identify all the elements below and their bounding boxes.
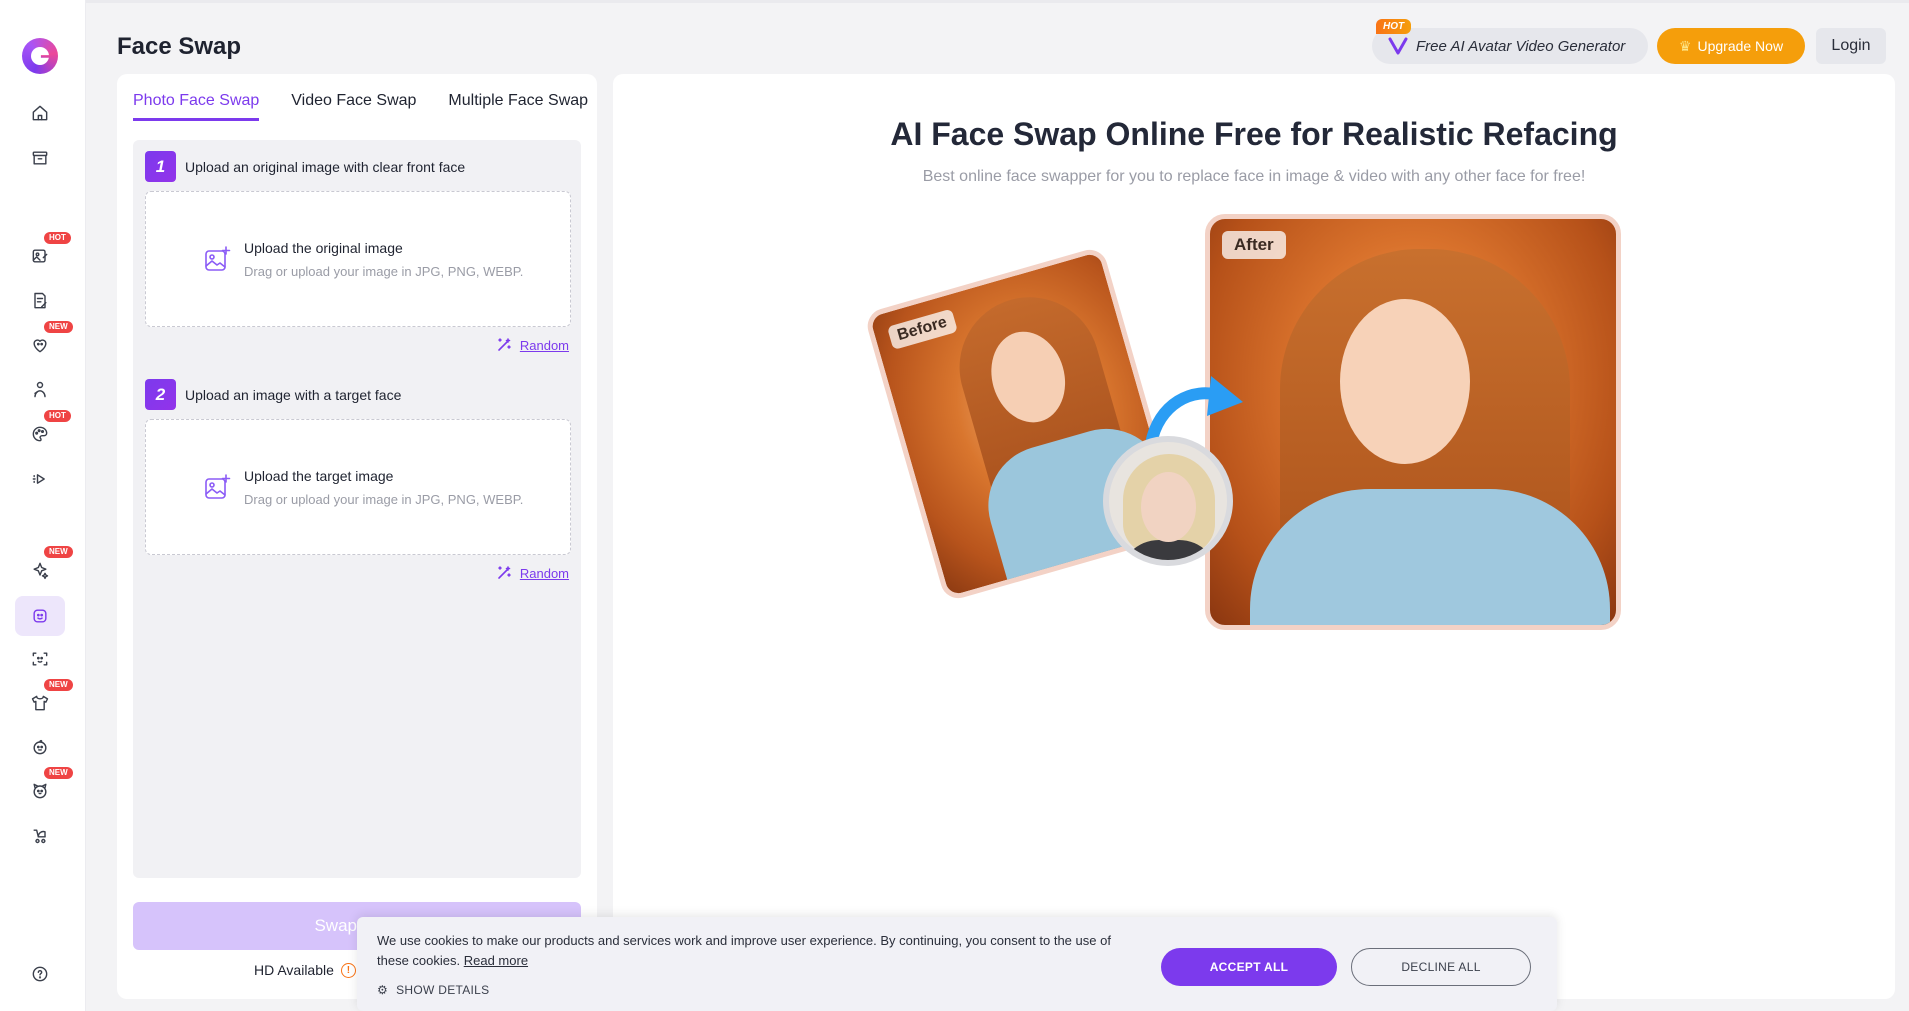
cookie-text: We use cookies to make our products and … (377, 931, 1137, 971)
cookie-banner: We use cookies to make our products and … (357, 917, 1557, 1011)
app-logo[interactable] (22, 38, 58, 74)
document-edit-icon[interactable] (24, 285, 56, 317)
new-badge: NEW (44, 767, 73, 779)
crown-icon: ♛ (1678, 37, 1692, 54)
new-badge: NEW (44, 321, 73, 333)
step-1-title: Upload an original image with clear fron… (185, 158, 466, 175)
sparkles-icon[interactable]: NEW (24, 546, 73, 586)
v-logo-icon (1388, 37, 1408, 55)
tab-bar: Photo Face Swap Video Face Swap Multiple… (133, 92, 588, 121)
pet-face-icon[interactable]: NEW (24, 767, 73, 807)
image-edit-icon[interactable]: HOT (24, 232, 71, 272)
tab-photo-face-swap[interactable]: Photo Face Swap (133, 92, 260, 121)
step-1-header: 1 Upload an original image with clear fr… (145, 151, 465, 182)
upload-subtitle: Drag or upload your image in JPG, PNG, W… (244, 491, 524, 507)
person-pose-icon[interactable] (24, 374, 56, 406)
help-icon[interactable] (24, 958, 56, 990)
top-border (0, 0, 1909, 3)
show-details-label: SHOW DETAILS (396, 983, 490, 997)
steps-area: 1 Upload an original image with clear fr… (133, 140, 581, 878)
video-play-icon[interactable] (24, 463, 56, 495)
new-badge: NEW (44, 679, 73, 691)
decline-all-button[interactable]: DECLINE ALL (1351, 948, 1531, 986)
original-image-upload[interactable]: Upload the original image Drag or upload… (145, 191, 571, 327)
after-label: After (1222, 231, 1286, 259)
hot-badge: HOT (44, 232, 71, 244)
info-icon[interactable]: ! (340, 962, 356, 978)
upgrade-button[interactable]: ♛ Upgrade Now (1657, 28, 1805, 64)
login-button[interactable]: Login (1816, 28, 1886, 64)
upload-subtitle: Drag or upload your image in JPG, PNG, W… (244, 263, 524, 279)
face-shape (1141, 472, 1196, 542)
tab-video-face-swap[interactable]: Video Face Swap (291, 92, 416, 121)
step-2-title: Upload an image with a target face (185, 386, 402, 403)
palette-icon[interactable]: HOT (24, 410, 71, 450)
swap-form-panel: Photo Face Swap Video Face Swap Multiple… (117, 74, 597, 999)
magic-wand-icon (498, 566, 511, 579)
tshirt-icon[interactable]: NEW (24, 679, 73, 719)
face-swap-icon[interactable] (15, 596, 65, 636)
hero-title: AI Face Swap Online Free for Realistic R… (890, 116, 1618, 152)
avatar-generator-label: Free AI Avatar Video Generator (1416, 37, 1626, 55)
hd-available: HD Available ! (254, 962, 356, 978)
upload-text: Upload the target image Drag or upload y… (244, 468, 523, 507)
baby-face-icon[interactable] (24, 731, 56, 763)
before-label: Before (886, 308, 958, 351)
hd-label: HD Available (254, 962, 334, 978)
stroller-icon[interactable] (24, 820, 56, 852)
random-link-1[interactable]: Random (496, 337, 569, 353)
show-details-toggle[interactable]: ⚙ SHOW DETAILS (377, 983, 489, 997)
home-icon[interactable] (24, 97, 56, 129)
heart-face-icon[interactable]: NEW (24, 321, 73, 361)
avatar-generator-link[interactable]: HOT Free AI Avatar Video Generator (1372, 19, 1648, 64)
upload-text: Upload the original image Drag or upload… (244, 240, 523, 279)
sidebar: HOT NEW HOT NEW NEW NEW (0, 0, 86, 1011)
accept-all-button[interactable]: ACCEPT ALL (1161, 948, 1337, 986)
random-label: Random (519, 565, 569, 581)
face-scan-icon[interactable] (24, 643, 56, 675)
hot-badge: HOT (44, 410, 71, 422)
step-1-number: 1 (145, 151, 176, 182)
face-shape (1340, 299, 1470, 464)
add-image-icon (202, 472, 232, 502)
hero-panel: AI Face Swap Online Free for Realistic R… (613, 74, 1895, 999)
upgrade-label: Upgrade Now (1697, 38, 1784, 54)
step-2-header: 2 Upload an image with a target face (145, 379, 401, 410)
random-link-2[interactable]: Random (496, 565, 569, 581)
page-title: Face Swap (117, 33, 242, 60)
gear-icon: ⚙ (377, 983, 389, 997)
target-face-thumbnail (1103, 436, 1233, 566)
target-image-upload[interactable]: Upload the target image Drag or upload y… (145, 419, 571, 555)
shirt-shape (1250, 489, 1610, 625)
add-image-icon (202, 244, 232, 274)
read-more-link[interactable]: Read more (464, 953, 528, 968)
random-label: Random (519, 337, 569, 353)
upload-title: Upload the target image (244, 467, 394, 484)
step-2-number: 2 (145, 379, 176, 410)
after-image: After (1205, 214, 1621, 630)
hot-tag: HOT (1376, 19, 1412, 34)
hero-subtitle: Best online face swapper for you to repl… (922, 168, 1586, 185)
archive-icon[interactable] (24, 142, 56, 174)
upload-title: Upload the original image (244, 239, 403, 256)
magic-wand-icon (498, 338, 511, 351)
new-badge: NEW (44, 546, 73, 558)
tab-multiple-face-swap[interactable]: Multiple Face Swap (448, 92, 588, 121)
